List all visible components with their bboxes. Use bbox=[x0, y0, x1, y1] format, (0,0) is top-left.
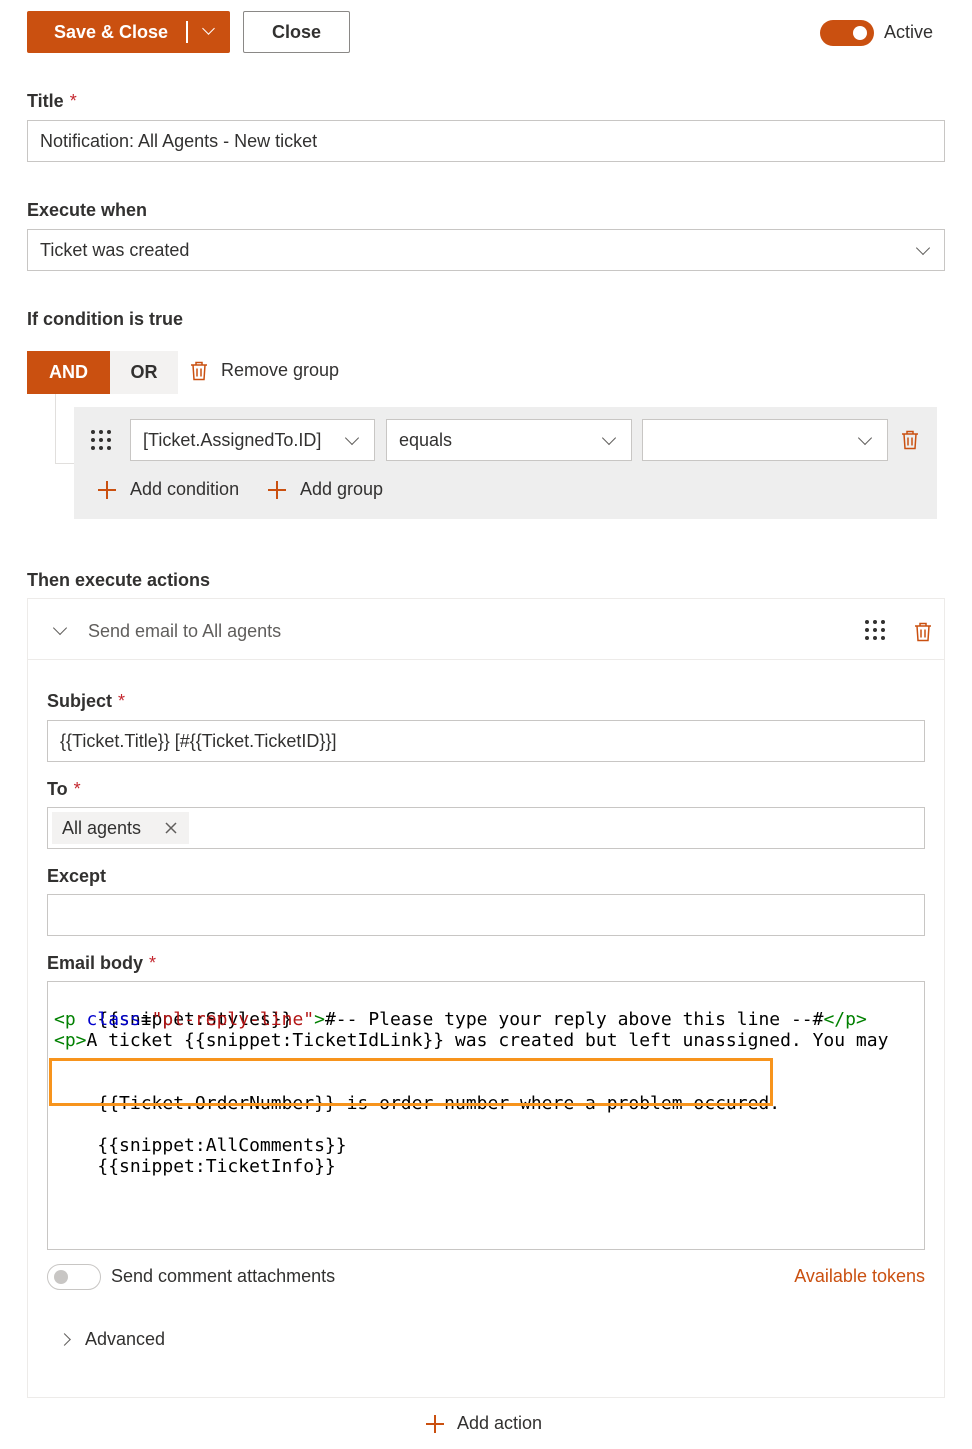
drag-handle-icon[interactable] bbox=[865, 620, 885, 640]
chevron-down-icon bbox=[857, 430, 873, 446]
and-button[interactable]: AND bbox=[27, 351, 110, 394]
add-condition-button[interactable]: Add condition bbox=[98, 479, 239, 500]
chevron-down-icon[interactable] bbox=[202, 22, 215, 35]
advanced-expander[interactable]: Advanced bbox=[58, 1329, 166, 1350]
actions-label: Then execute actions bbox=[27, 570, 211, 590]
close-icon[interactable] bbox=[165, 822, 177, 834]
to-label: To * bbox=[47, 779, 81, 799]
chevron-down-icon bbox=[915, 240, 931, 256]
action-title: Send email to All agents bbox=[88, 621, 282, 641]
highlight-box bbox=[49, 1058, 773, 1106]
remove-group-button[interactable]: Remove group bbox=[190, 360, 339, 381]
add-action-button[interactable]: Add action bbox=[426, 1413, 542, 1434]
attachments-toggle[interactable] bbox=[47, 1264, 101, 1290]
active-toggle[interactable] bbox=[820, 20, 874, 46]
and-label: AND bbox=[49, 362, 88, 382]
recipient-chip-label: All agents bbox=[62, 817, 142, 838]
condition-operator-dropdown[interactable]: equals bbox=[386, 419, 632, 461]
chevron-down-icon bbox=[601, 430, 617, 446]
delete-action-icon[interactable] bbox=[914, 622, 932, 642]
save-close-label: Save & Close bbox=[54, 21, 169, 42]
chevron-down-icon bbox=[344, 430, 360, 446]
execute-when-label: Execute when bbox=[27, 200, 148, 220]
add-condition-label: Add condition bbox=[130, 479, 240, 499]
email-body-label: Email body * bbox=[47, 953, 157, 973]
code-line: {{snippet:TicketInfo}} bbox=[97, 1156, 336, 1177]
execute-when-dropdown[interactable]: Ticket was created bbox=[27, 229, 945, 271]
add-action-label: Add action bbox=[457, 1413, 543, 1433]
close-label: Close bbox=[271, 21, 322, 42]
subject-input[interactable]: {{Ticket.Title}} [#{{Ticket.TicketID}}] bbox=[47, 720, 925, 762]
recipient-chip: All agents bbox=[52, 812, 190, 844]
condition-value-dropdown[interactable] bbox=[642, 419, 888, 461]
or-label: OR bbox=[130, 362, 158, 382]
to-picker[interactable]: All agents bbox=[47, 807, 925, 849]
delete-condition-icon[interactable] bbox=[901, 430, 919, 450]
add-group-label: Add group bbox=[300, 479, 384, 499]
condition-field-dropdown[interactable]: [Ticket.AssignedTo.ID] bbox=[130, 419, 375, 461]
subject-label: Subject * bbox=[47, 691, 126, 711]
condition-field-value: [Ticket.AssignedTo.ID] bbox=[143, 429, 322, 450]
code-line: <p>A ticket {{snippet:TicketIdLink}} was… bbox=[54, 1030, 889, 1051]
except-picker[interactable] bbox=[47, 894, 925, 936]
advanced-label: Advanced bbox=[85, 1329, 166, 1349]
code-line: <p class="pl-reply-line">#-- Please type… bbox=[54, 1009, 867, 1030]
group-bracket bbox=[55, 394, 74, 464]
title-input-value: Notification: All Agents - New ticket bbox=[40, 130, 318, 151]
condition-label: If condition is true bbox=[27, 309, 183, 329]
split-divider bbox=[186, 21, 188, 43]
subject-input-value: {{Ticket.Title}} [#{{Ticket.TicketID}}] bbox=[60, 730, 337, 751]
active-label: Active bbox=[884, 22, 934, 42]
plus-icon bbox=[426, 1414, 444, 1433]
remove-group-label: Remove group bbox=[221, 360, 340, 380]
toggle-thumb bbox=[54, 1270, 68, 1284]
email-body-editor[interactable]: {{snippet:Styles}} <p class="pl-reply-li… bbox=[47, 981, 925, 1250]
plus-icon bbox=[98, 480, 116, 499]
plus-icon bbox=[268, 480, 286, 499]
drag-handle-icon[interactable] bbox=[91, 430, 111, 450]
trash-icon bbox=[191, 361, 207, 380]
or-button[interactable]: OR bbox=[110, 351, 178, 394]
title-input[interactable]: Notification: All Agents - New ticket bbox=[27, 120, 945, 162]
condition-operator-value: equals bbox=[399, 429, 453, 450]
add-group-button[interactable]: Add group bbox=[268, 479, 383, 500]
available-tokens-link[interactable]: Available tokens bbox=[794, 1266, 925, 1287]
save-close-button[interactable]: Save & Close bbox=[27, 11, 230, 53]
chevron-right-icon bbox=[58, 1333, 71, 1346]
except-label: Except bbox=[47, 866, 107, 886]
toggle-thumb bbox=[853, 26, 867, 40]
close-button[interactable]: Close bbox=[243, 11, 350, 53]
execute-when-value: Ticket was created bbox=[40, 239, 190, 260]
title-label: Title * bbox=[27, 91, 77, 111]
attachments-label: Send comment attachments bbox=[111, 1266, 336, 1286]
